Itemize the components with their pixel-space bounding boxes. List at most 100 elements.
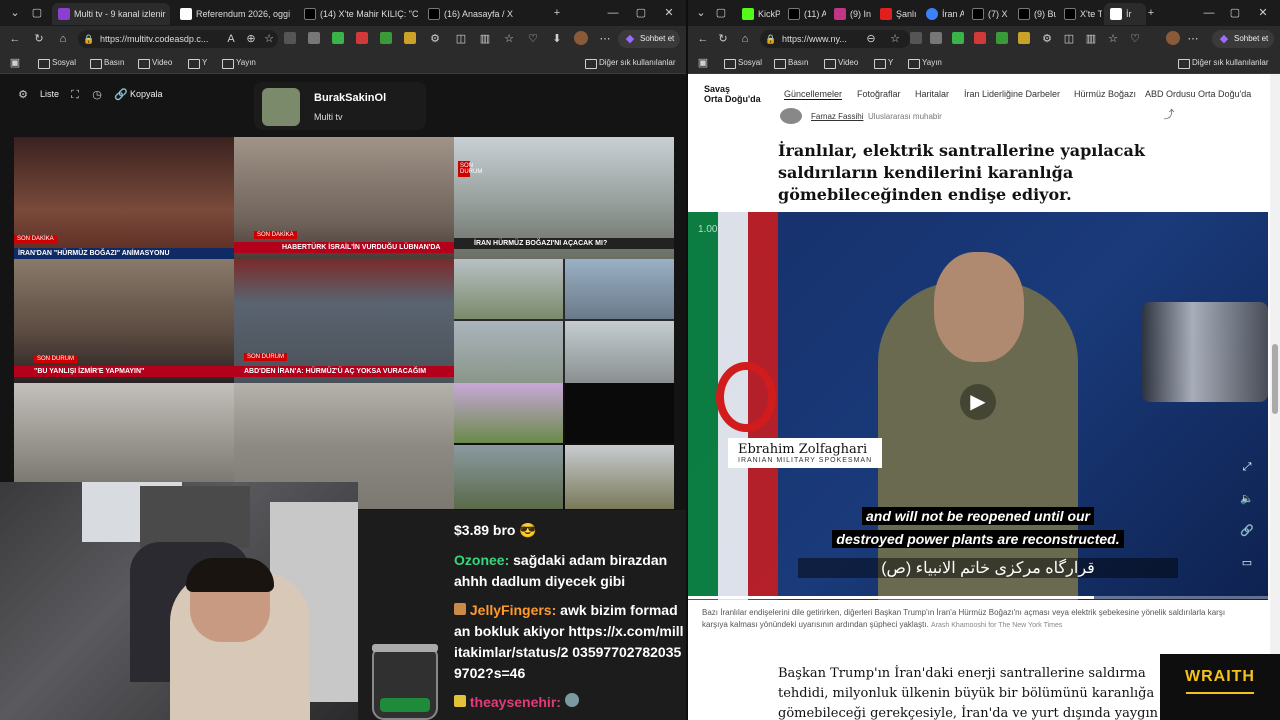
left-tab-2[interactable]: (14) X'te Mahir KILIÇ: "C [298, 3, 418, 25]
favorite-star-icon[interactable]: ☆ [262, 32, 276, 46]
right-tab-5[interactable]: (7) X F [966, 3, 1010, 25]
bookmark-folder[interactable]: Basın [774, 57, 808, 69]
bookmark-folder[interactable]: Y [874, 57, 893, 69]
nav-hormuz[interactable]: Hürmüz Boğazı [1074, 89, 1136, 99]
maximize-icon[interactable]: ▢ [634, 6, 648, 20]
nav-photos[interactable]: Fotoğraflar [857, 89, 901, 99]
fullscreen-icon[interactable]: ⤢ [1240, 460, 1254, 474]
link-icon[interactable]: 🔗 [114, 88, 128, 102]
extension-icon[interactable] [284, 32, 296, 44]
extension-icon[interactable] [356, 32, 368, 44]
workspaces-icon[interactable]: ▢ [714, 6, 728, 20]
extension-icon[interactable] [380, 32, 392, 44]
home-icon[interactable]: ⌂ [56, 32, 70, 46]
copilot-button[interactable]: ◆ Sohbet et [618, 30, 681, 48]
scrollbar-thumb[interactable] [1272, 344, 1278, 414]
favorites-icon[interactable]: ☆ [502, 32, 516, 46]
extension-icon[interactable] [910, 32, 922, 44]
extension-icon[interactable] [308, 32, 320, 44]
settings-gear-icon[interactable]: ⚙ [16, 88, 30, 102]
more-icon[interactable]: ⋯ [598, 32, 612, 46]
tv-tile-6[interactable] [454, 259, 674, 383]
left-tab-3[interactable]: (16) Anasayfa / X [422, 3, 542, 25]
extension-icon[interactable] [974, 32, 986, 44]
tv-tile-1[interactable]: SON DAKİKA İRAN'DAN "HÜRMÜZ BOĞAZI" ANİM… [14, 137, 234, 259]
bookmark-folder[interactable]: Basın [90, 57, 124, 69]
captions-icon[interactable]: ▭ [1240, 556, 1254, 570]
scrollbar[interactable] [1270, 74, 1280, 720]
bookmark-folder[interactable]: Yayın [222, 57, 256, 69]
bookmark-folder[interactable]: Y [188, 57, 207, 69]
right-tab-0[interactable]: KickPc [736, 3, 780, 25]
minimize-icon[interactable]: — [1202, 6, 1216, 20]
right-tab-8[interactable]: İr [1104, 3, 1146, 25]
tv-tile-3[interactable]: SON DURUM İRAN HÜRMÜZ BOĞAZI'NI AÇACAK M… [454, 137, 674, 259]
right-tab-4[interactable]: İran A [920, 3, 964, 25]
downloads-icon[interactable]: ⬇ [550, 32, 564, 46]
speed-indicator[interactable]: 1.00 [698, 224, 717, 235]
section-label[interactable]: Savaş Orta Doğu'da [704, 84, 761, 104]
collections-icon[interactable]: ♡ [526, 32, 540, 46]
right-tab-3[interactable]: Şanlı [874, 3, 918, 25]
profile-avatar[interactable] [574, 31, 588, 45]
bookmark-folder[interactable]: Video [138, 57, 172, 69]
collections-icon[interactable]: ♡ [1128, 32, 1142, 46]
tv-tile-4[interactable]: SON DURUM "BU YANLIŞI İZMİR'E YAPMAYIN" [14, 259, 234, 383]
bookmark-folder[interactable]: Sosyal [724, 57, 762, 69]
close-icon[interactable]: ✕ [1256, 6, 1270, 20]
extension-icon[interactable] [952, 32, 964, 44]
extension-icon[interactable] [1018, 32, 1030, 44]
share-icon[interactable]: ⤴ [1162, 108, 1176, 122]
left-tab-0[interactable]: Multi tv - 9 kanal izlenir [52, 3, 170, 25]
nav-maps[interactable]: Haritalar [915, 89, 949, 99]
other-bookmarks-folder[interactable]: Diğer sık kullanılanlar [585, 57, 675, 69]
other-bookmarks-folder[interactable]: Diğer sık kullanılanlar [1178, 57, 1268, 69]
close-icon[interactable]: ✕ [662, 6, 676, 20]
new-tab-icon[interactable]: + [550, 6, 564, 20]
workspaces-icon[interactable]: ▢ [30, 6, 44, 20]
bookmark-folder[interactable]: Video [824, 57, 858, 69]
split-screen-icon[interactable]: ◫ [454, 32, 468, 46]
tv-tile-5[interactable]: SON DURUM ABD'DEN İRAN'A: HÜRMÜZ'Ü AÇ YO… [234, 259, 454, 383]
sidebar-icon[interactable]: ▥ [478, 32, 492, 46]
left-tab-1[interactable]: Referendum 2026, oggi [174, 3, 294, 25]
new-tab-icon[interactable]: + [1144, 6, 1158, 20]
more-icon[interactable]: ⋯ [1186, 32, 1200, 46]
translate-icon[interactable]: A [224, 32, 238, 46]
bookmark-app-icon[interactable]: ▣ [696, 56, 710, 70]
copilot-button[interactable]: ◆ Sohbet et [1212, 30, 1275, 48]
extension-icon[interactable] [996, 32, 1008, 44]
timer-icon[interactable]: ◷ [90, 88, 104, 102]
link-icon[interactable]: 🔗 [1240, 524, 1254, 538]
bookmark-folder[interactable]: Sosyal [38, 57, 76, 69]
reload-icon[interactable]: ↻ [32, 32, 46, 46]
profile-avatar[interactable] [1166, 31, 1180, 45]
nav-us-military[interactable]: ABD Ordusu Orta Doğu'da [1145, 89, 1251, 99]
split-screen-icon[interactable]: ◫ [1062, 32, 1076, 46]
right-tab-7[interactable]: X'te Tı [1058, 3, 1102, 25]
extension-icon[interactable] [332, 32, 344, 44]
zoom-icon[interactable]: ⊕ [244, 32, 258, 46]
extensions-puzzle-icon[interactable]: ⚙ [1040, 32, 1054, 46]
bookmark-app-icon[interactable]: ▣ [8, 56, 22, 70]
extension-icon[interactable] [930, 32, 942, 44]
copy-button[interactable]: Kopyala [130, 89, 163, 99]
right-tab-2[interactable]: (9) In [828, 3, 872, 25]
favorite-star-icon[interactable]: ☆ [888, 32, 902, 46]
back-icon[interactable]: ← [8, 32, 22, 46]
right-tab-6[interactable]: (9) Bu [1012, 3, 1056, 25]
video-player[interactable]: 1.00 ▶ Ebrahim Zolfaghari IRANIAN MILITA… [688, 212, 1268, 600]
volume-icon[interactable]: 🔈 [1240, 492, 1254, 506]
right-tab-1[interactable]: (11) A [782, 3, 826, 25]
reader-icon[interactable]: ⊖ [864, 32, 878, 46]
profile-card[interactable]: BurakSakinOl Multi tv [254, 82, 426, 130]
reload-icon[interactable]: ↻ [716, 32, 730, 46]
tab-actions-icon[interactable]: ⌄ [8, 6, 22, 20]
back-icon[interactable]: ← [696, 32, 710, 46]
video-progress-track[interactable] [688, 596, 1268, 599]
tv-tile-2[interactable]: SON DAKİKA HABERTÜRK İSRAİL'İN VURDUĞU L… [234, 137, 454, 259]
favorites-icon[interactable]: ☆ [1106, 32, 1120, 46]
home-icon[interactable]: ⌂ [738, 32, 752, 46]
sidebar-icon[interactable]: ▥ [1084, 32, 1098, 46]
bookmark-folder[interactable]: Yayın [908, 57, 942, 69]
